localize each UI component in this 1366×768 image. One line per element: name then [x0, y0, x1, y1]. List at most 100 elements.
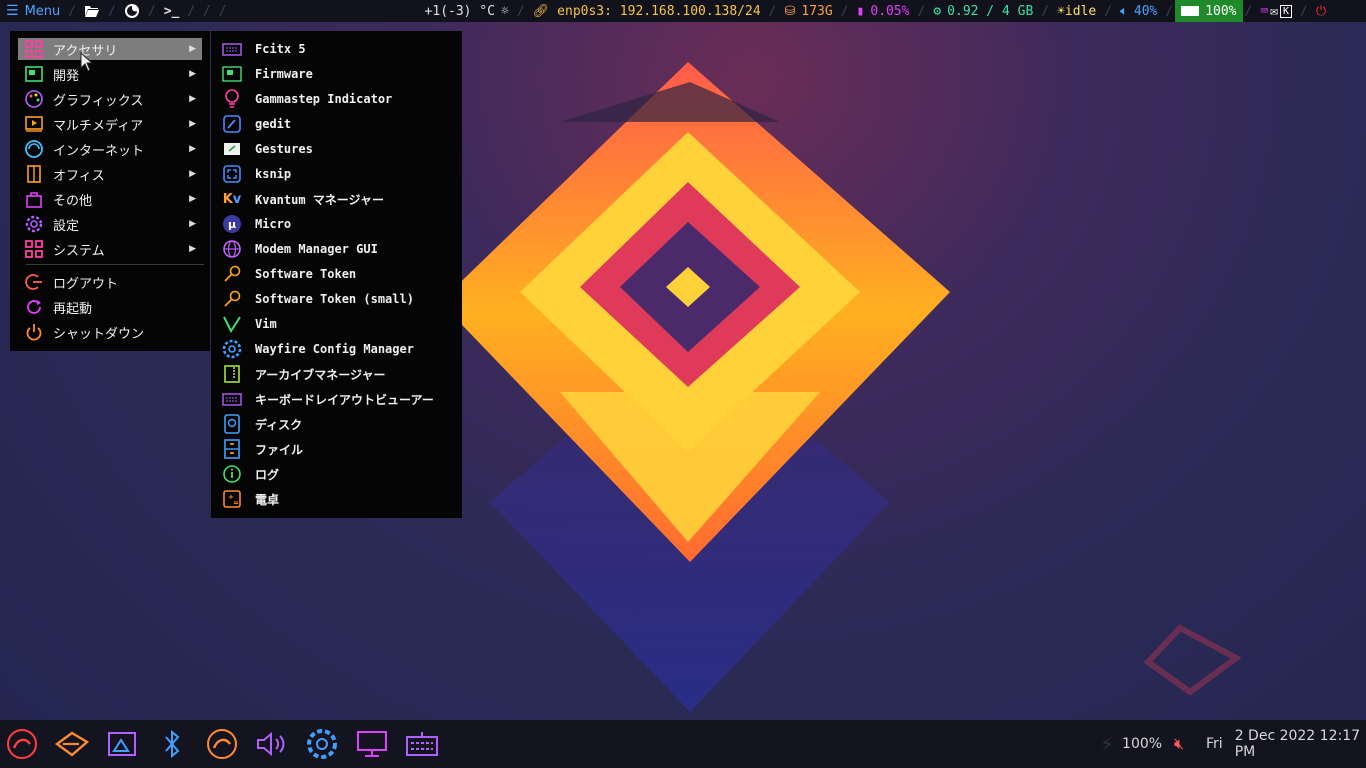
temperature-text: +1(-3) °C — [424, 3, 495, 19]
orange-dragon-icon — [207, 729, 237, 759]
network-widget[interactable]: 🔗︎ enp0s3: 192.168.100.138/24 — [527, 0, 767, 22]
micro-icon: μ — [221, 214, 243, 234]
temperature-widget[interactable]: +1(-3) °C ☼ — [419, 0, 515, 22]
gestures-icon — [221, 139, 243, 159]
menu-category-other[interactable]: その他 ▶ — [18, 188, 202, 210]
dock-settings[interactable] — [305, 728, 339, 760]
volume-widget[interactable]: 🔈︎ 40% — [1114, 0, 1163, 22]
top-panel: ☰ Menu / / / >_ / / / +1(-3) °C ☼ / 🔗︎ e… — [0, 0, 1366, 22]
dock-display-settings[interactable] — [355, 728, 389, 760]
lightbulb-icon — [221, 89, 243, 109]
submenu-arrow-icon: ▶ — [189, 244, 196, 254]
app-kvantum[interactable]: Kv Kvantum マネージャー — [221, 188, 457, 210]
file-cabinet-icon — [221, 439, 243, 459]
app-label: アーカイブマネージャー — [255, 367, 386, 382]
network-text: enp0s3: 192.168.100.138/24 — [557, 3, 761, 19]
logout-button[interactable]: ログアウト — [18, 271, 202, 293]
clock-day: Fri — [1206, 736, 1223, 752]
archive-icon — [221, 364, 243, 384]
menu-category-settings[interactable]: 設定 ▶ — [18, 213, 202, 235]
browser-launcher[interactable] — [118, 0, 146, 22]
app-label: Software Token (small) — [255, 292, 414, 306]
menu-button[interactable]: ☰ Menu — [0, 0, 66, 22]
shutdown-label: シャットダウン — [53, 326, 145, 342]
app-logs[interactable]: ログ — [221, 463, 457, 485]
reboot-button[interactable]: 再起動 — [18, 296, 202, 318]
app-label: キーボードレイアウトビューアー — [255, 392, 434, 407]
speaker-muted-icon: 🔇︎ — [1174, 734, 1185, 753]
brightness-widget[interactable]: ⚡ 100% — [1100, 720, 1162, 768]
dock-dragon-orange[interactable] — [205, 728, 239, 760]
brand-logo-icon — [55, 731, 89, 757]
globe-icon — [221, 239, 243, 259]
app-wayfire-config[interactable]: Wayfire Config Manager — [221, 338, 457, 360]
app-label: gedit — [255, 117, 292, 131]
app-label: Micro — [255, 217, 292, 231]
keyboard-icon — [221, 39, 243, 59]
menu-category-label: グラフィックス — [53, 93, 144, 109]
app-software-token[interactable]: Software Token — [221, 263, 457, 285]
battery-icon — [1181, 6, 1200, 16]
file-manager-launcher[interactable] — [78, 0, 106, 22]
app-label: Kvantum マネージャー — [255, 192, 384, 207]
menu-category-internet[interactable]: インターネット ▶ — [18, 138, 202, 160]
brightness-bolt-icon: ⚡ — [1100, 732, 1115, 756]
app-firmware[interactable]: Firmware — [221, 63, 457, 85]
app-archive-manager[interactable]: アーカイブマネージャー — [221, 363, 457, 385]
app-software-token-small[interactable]: Software Token (small) — [221, 288, 457, 310]
weather-sun-icon: ☼ — [501, 3, 509, 19]
app-label: 電卓 — [255, 492, 280, 507]
dock-volume-control[interactable] — [255, 728, 289, 760]
mute-toggle[interactable]: 🔇︎ — [1174, 720, 1184, 768]
app-calculator[interactable]: + = 電卓 — [221, 488, 457, 510]
app-label: ログ — [255, 467, 280, 482]
app-keyboard-layout-viewer[interactable]: キーボードレイアウトビューアー — [221, 388, 457, 410]
dock-dragon-app[interactable] — [5, 728, 39, 760]
menu-category-graphics[interactable]: グラフィックス ▶ — [18, 88, 202, 110]
menu-category-multimedia[interactable]: マルチメディア ▶ — [18, 113, 202, 135]
wayfire-gear-icon — [221, 339, 243, 359]
terminal-launcher[interactable]: >_ — [158, 0, 186, 22]
app-micro[interactable]: μ Micro — [221, 213, 457, 235]
memory-widget[interactable]: ⚙ 0.92 / 4 GB — [927, 0, 1039, 22]
menu-category-development[interactable]: 開発 ▶ — [18, 63, 202, 85]
cpu-chip-icon: ▮ — [856, 3, 865, 19]
office-icon — [23, 164, 45, 184]
dock-bluetooth[interactable] — [155, 728, 189, 760]
dock-keyboard[interactable] — [405, 728, 439, 760]
app-gedit[interactable]: gedit — [221, 113, 457, 135]
terminal-icon: >_ — [163, 3, 180, 19]
hamburger-icon: ☰ — [6, 3, 19, 19]
reboot-icon — [23, 297, 45, 317]
app-gammastep[interactable]: Gammastep Indicator — [221, 88, 457, 110]
tray-apps[interactable]: ⌨ ✉ K — [1254, 0, 1298, 22]
power-button[interactable]: ⏻ — [1310, 0, 1332, 22]
app-fcitx5[interactable]: Fcitx 5 — [221, 38, 457, 60]
app-modem-manager[interactable]: Modem Manager GUI — [221, 238, 457, 260]
app-disks[interactable]: ディスク — [221, 413, 457, 435]
logout-icon — [23, 272, 45, 292]
menu-category-office[interactable]: オフィス ▶ — [18, 163, 202, 185]
menu-category-label: その他 — [53, 193, 93, 209]
development-icon — [23, 64, 45, 84]
app-files[interactable]: ファイル — [221, 438, 457, 460]
shutdown-button[interactable]: シャットダウン — [18, 321, 202, 343]
system-grid-icon — [23, 239, 45, 259]
menu-label: Menu — [24, 3, 61, 19]
dock-image-viewer[interactable] — [105, 728, 139, 760]
kvantum-icon: Kv — [222, 191, 242, 207]
submenu-arrow-icon: ▶ — [189, 94, 196, 104]
svg-text:=: = — [233, 499, 239, 507]
dock-brand-app[interactable] — [55, 728, 89, 760]
disk-widget[interactable]: ⛁ 173G — [779, 0, 839, 22]
menu-category-system[interactable]: システム ▶ — [18, 238, 202, 260]
cpu-widget[interactable]: ▮ 0.05% — [851, 0, 916, 22]
battery-widget[interactable]: 100% — [1175, 0, 1243, 22]
idle-inhibitor[interactable]: ☀ idle — [1051, 0, 1102, 22]
menu-category-accessories[interactable]: アクセサリ ▶ — [18, 38, 202, 60]
clock[interactable]: Fri 2 Dec 2022 12:17 PM — [1206, 720, 1366, 768]
app-label: ファイル — [255, 442, 304, 457]
app-vim[interactable]: Vim — [221, 313, 457, 335]
app-gestures[interactable]: Gestures — [221, 138, 457, 160]
app-ksnip[interactable]: ksnip — [221, 163, 457, 185]
